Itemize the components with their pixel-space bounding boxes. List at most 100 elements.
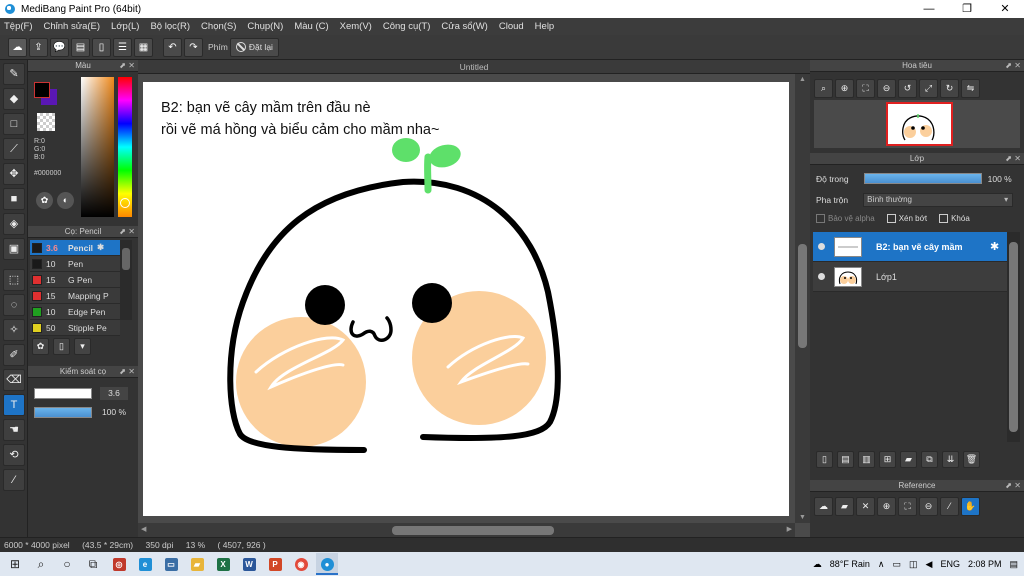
battery-icon[interactable]: ▭ <box>892 559 901 570</box>
menu-window[interactable]: Cửa sổ(W) <box>441 21 487 32</box>
move-tool-icon[interactable]: ✥ <box>3 163 25 185</box>
canvas[interactable]: B2: bạn vẽ cây mầm trên đầu nè rồi vẽ má… <box>143 82 789 516</box>
trash-icon[interactable]: 🗑 <box>963 451 980 468</box>
volume-icon[interactable]: ◀ <box>926 559 933 570</box>
document-tab[interactable]: Untitled <box>138 60 810 74</box>
page-icon[interactable]: ▯ <box>92 37 111 57</box>
app-icon-1[interactable]: ◎ <box>108 553 130 575</box>
menu-tools[interactable]: Công cụ(T) <box>383 21 431 32</box>
hand-tool-icon[interactable]: ☚ <box>3 419 25 441</box>
visibility-eye-icon[interactable] <box>818 243 825 250</box>
rotate-right-icon[interactable]: ↻ <box>940 79 959 98</box>
edge-browser-icon[interactable]: e <box>134 553 156 575</box>
close-reference-icon[interactable]: ✕ <box>856 497 875 516</box>
navigator-preview-area[interactable] <box>814 100 1020 148</box>
palette-icon[interactable]: ✿ <box>36 192 53 209</box>
gear-icon[interactable]: ✱ <box>97 242 104 253</box>
comment-icon[interactable]: ▤ <box>71 37 90 57</box>
saturation-value-picker[interactable] <box>81 77 114 217</box>
fill-rect-tool-icon[interactable]: ■ <box>3 188 25 210</box>
gear-icon[interactable]: ✱ <box>990 240 999 253</box>
menu-file[interactable]: Tệp(F) <box>4 21 33 32</box>
brush-item-stipple-pen[interactable]: 50 Stipple Pe <box>30 320 120 336</box>
menu-color[interactable]: Màu (C) <box>294 21 328 32</box>
menu-snap[interactable]: Chụp(N) <box>247 21 283 32</box>
flip-icon[interactable]: ⇋ <box>961 79 980 98</box>
zoom-out-icon[interactable]: ⊖ <box>877 79 896 98</box>
menu-help[interactable]: Help <box>535 21 555 32</box>
operation-tool-icon[interactable]: ⟲ <box>3 444 25 466</box>
notification-icon[interactable]: ▤ <box>1009 559 1018 570</box>
windows-start-icon[interactable]: ⊞ <box>4 553 26 575</box>
select-tool-icon[interactable]: ⬚ <box>3 269 25 291</box>
dot-tool-icon[interactable]: ⟋ <box>3 138 25 160</box>
merge-layer-icon[interactable]: ⇊ <box>942 451 959 468</box>
undock-icon[interactable]: ⬈ <box>119 226 126 238</box>
select-eraser-icon[interactable]: ⌫ <box>3 369 25 391</box>
brush-size-value[interactable]: 3.6 <box>100 387 128 400</box>
weather-text[interactable]: 88°F Rain <box>830 559 870 569</box>
layer-list-scrollbar[interactable] <box>1007 232 1020 442</box>
list-icon[interactable]: ☰ <box>113 37 132 57</box>
new-brush-icon[interactable]: ▯ <box>53 338 70 355</box>
hue-slider-knob[interactable] <box>120 198 130 208</box>
shape-tool-icon[interactable]: □ <box>3 113 25 135</box>
network-icon[interactable]: ◫ <box>909 559 918 570</box>
undock-icon[interactable]: ⬈ <box>1005 153 1012 165</box>
panel-close-icon[interactable]: ✕ <box>128 366 135 378</box>
brush-item-edge-pen[interactable]: 10 Edge Pen <box>30 304 120 320</box>
menu-filter[interactable]: Bộ lọc(R) <box>150 21 190 32</box>
undock-icon[interactable]: ⬈ <box>1005 60 1012 72</box>
brush-size-slider[interactable] <box>34 388 92 399</box>
select-pen-icon[interactable]: ✐ <box>3 344 25 366</box>
magic-wand-icon[interactable]: ✧ <box>3 319 25 341</box>
lasso-tool-icon[interactable]: ◌ <box>3 294 25 316</box>
clipping-checkbox[interactable]: Xén bớt <box>886 214 927 223</box>
protect-alpha-checkbox[interactable]: Bảo vệ alpha <box>816 214 875 223</box>
redo-icon[interactable]: ↷ <box>184 37 203 57</box>
lock-checkbox[interactable]: Khóa <box>939 214 970 223</box>
zoom-fit-icon[interactable]: ⌕ <box>814 79 833 98</box>
layer-opacity-slider[interactable] <box>863 173 982 184</box>
search-icon[interactable]: ⌕ <box>30 553 52 575</box>
brush-list-scrollbar[interactable] <box>120 240 132 320</box>
bucket-tool-icon[interactable]: ◈ <box>3 213 25 235</box>
zoom-in-icon[interactable]: ⊕ <box>835 79 854 98</box>
menu-edit[interactable]: Chỉnh sửa(E) <box>44 21 101 32</box>
folder-icon[interactable]: ▰ <box>900 451 917 468</box>
foreground-color-swatch[interactable] <box>34 82 50 98</box>
navigator-preview[interactable] <box>886 102 953 146</box>
panel-close-icon[interactable]: ✕ <box>1014 153 1021 165</box>
menu-cloud[interactable]: Cloud <box>499 21 524 32</box>
powerpoint-icon[interactable]: P <box>264 553 286 575</box>
task-view-icon[interactable]: ⧉ <box>82 553 104 575</box>
panel-close-icon[interactable]: ✕ <box>1014 480 1021 492</box>
blend-mode-select[interactable]: Bình thường <box>863 193 1014 207</box>
undo-icon[interactable]: ↶ <box>163 37 182 57</box>
panel-close-icon[interactable]: ✕ <box>1014 60 1021 72</box>
undock-icon[interactable]: ⬈ <box>1005 480 1012 492</box>
share-icon[interactable]: ⇪ <box>29 37 48 57</box>
file-explorer-icon[interactable]: ▰ <box>186 553 208 575</box>
fit-window-icon[interactable]: ⛶ <box>856 79 875 98</box>
add-layer-menu-icon[interactable]: ⊞ <box>879 451 896 468</box>
gradient-tool-icon[interactable]: ▣ <box>3 238 25 260</box>
text-tool-icon[interactable]: T <box>3 394 25 416</box>
brush-opacity-slider[interactable] <box>34 407 92 418</box>
language-indicator[interactable]: ENG <box>940 559 960 569</box>
brush-item-g-pen[interactable]: 15 G Pen <box>30 272 120 288</box>
hue-slider[interactable] <box>118 77 132 217</box>
close-button[interactable]: ✕ <box>986 0 1024 18</box>
grid-icon[interactable]: ▦ <box>134 37 153 57</box>
brush-tool-icon[interactable]: ✎ <box>3 63 25 85</box>
canvas-vertical-scrollbar[interactable]: ▲ ▼ <box>795 74 810 523</box>
monitor-icon[interactable]: ▭ <box>160 553 182 575</box>
new-layer-icon[interactable]: ▯ <box>816 451 833 468</box>
rotate-left-icon[interactable]: ↺ <box>898 79 917 98</box>
visibility-eye-icon[interactable] <box>818 273 825 280</box>
eyedropper-icon[interactable]: ⁄ <box>940 497 959 516</box>
color-set-icon[interactable]: ◐ <box>57 192 74 209</box>
minimize-button[interactable]: — <box>910 0 948 18</box>
fullscreen-icon[interactable]: ⤢ <box>919 79 938 98</box>
zoom-in-icon[interactable]: ⊕ <box>877 497 896 516</box>
